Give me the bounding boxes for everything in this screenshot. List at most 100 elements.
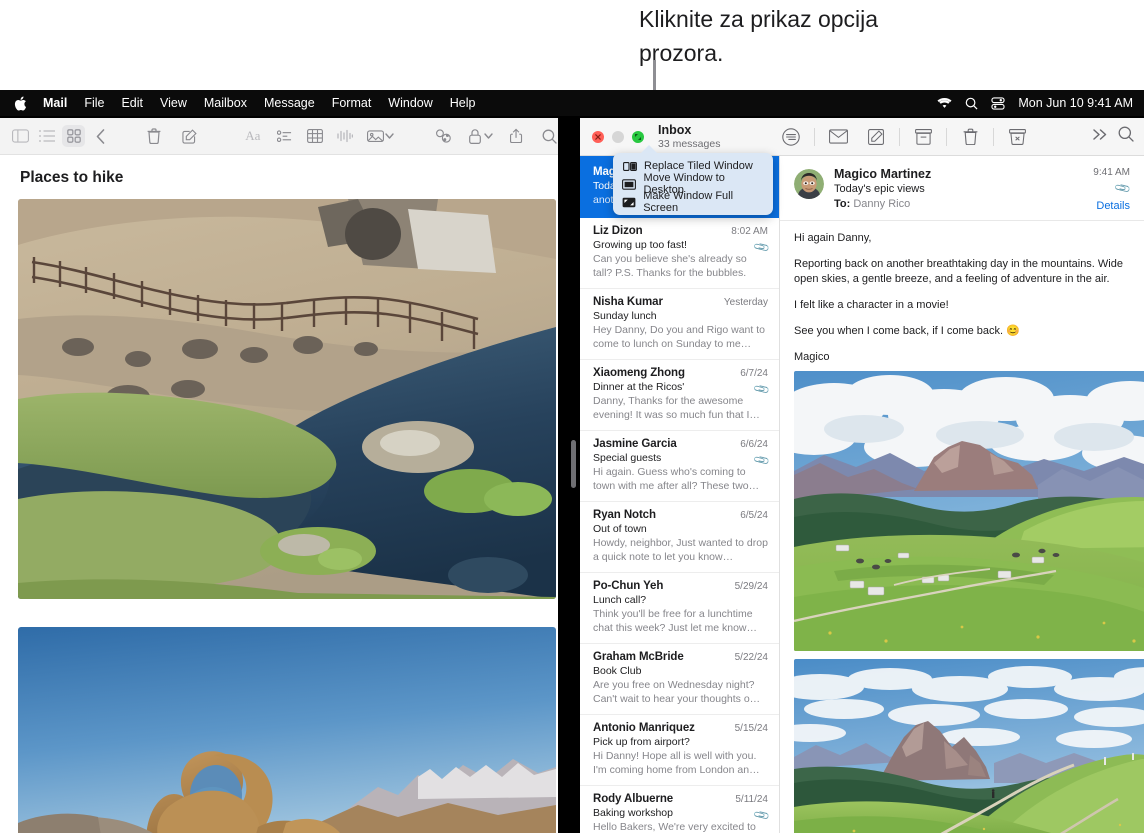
mark-unread-icon[interactable]	[819, 125, 857, 149]
popover-item-make-window-full-screen[interactable]: Make Window Full Screen	[613, 190, 773, 214]
compose-note-icon[interactable]	[181, 126, 198, 146]
message-date: 6/6/24	[740, 439, 768, 450]
message-sender: Rody Albuerne	[593, 793, 674, 805]
menu-bar-clock[interactable]: Mon Jun 10 9:41 AM	[1018, 96, 1133, 110]
message-snippet: Hey Danny, Do you and Rigo want to come …	[593, 324, 765, 350]
message-list-item[interactable]: Graham McBride 5/22/24 Book Club Are you…	[580, 644, 779, 715]
attachment-icon: 📎	[753, 239, 772, 257]
mail-window: Inbox 33 messages Today's another Liz Di…	[580, 118, 1144, 833]
maximize-button[interactable]	[632, 130, 644, 143]
lock-icon[interactable]	[467, 126, 484, 146]
message-date: 5/29/24	[734, 581, 768, 592]
message-list-item[interactable]: Xiaomeng Zhong 6/7/24 Dinner at the Rico…	[580, 360, 779, 431]
menu-item-mailbox[interactable]: Mailbox	[204, 96, 247, 110]
filter-icon[interactable]	[772, 125, 810, 149]
popover-item-label: Make Window Full Screen	[643, 190, 734, 214]
body-paragraph: Reporting back on another breathtaking d…	[794, 258, 1123, 285]
media-icon[interactable]	[367, 126, 385, 146]
message-sender: Jasmine Garcia	[593, 438, 677, 450]
note-title: Places to hike	[20, 169, 124, 186]
message-snippet: Danny, Thanks for the awesome evening! I…	[593, 395, 760, 421]
more-icon[interactable]	[1092, 128, 1108, 146]
menu-item-mail[interactable]: Mail	[43, 96, 67, 110]
gallery-view-icon[interactable]	[62, 125, 86, 147]
menu-item-message[interactable]: Message	[264, 96, 315, 110]
message-recipient: To: Danny Rico	[834, 198, 1085, 210]
message-sender: Ryan Notch	[593, 509, 656, 521]
search-icon[interactable]	[1118, 126, 1134, 147]
lock-chevron-down-icon[interactable]	[484, 126, 494, 146]
message-snippet: Think you'll be free for a lunchtime cha…	[593, 608, 757, 634]
mail-toolbar: Inbox 33 messages	[580, 118, 1144, 156]
minimize-button[interactable]	[612, 130, 624, 143]
message-subject: Special guests	[593, 452, 662, 464]
trash-icon[interactable]	[146, 126, 163, 146]
compose-icon[interactable]	[857, 125, 895, 149]
menu-item-format[interactable]: Format	[332, 96, 372, 110]
checklist-icon[interactable]	[276, 126, 293, 146]
sidebar-toggle-icon[interactable]	[11, 126, 29, 146]
message-list-item[interactable]: Antonio Manriquez 5/15/24 Pick up from a…	[580, 715, 779, 786]
toolbar-divider	[814, 127, 815, 146]
junk-icon[interactable]	[998, 125, 1036, 149]
menu-item-file[interactable]: File	[84, 96, 104, 110]
reading-pane: Magico Martinez Today's epic views To: D…	[780, 156, 1144, 833]
message-subject: Sunday lunch	[593, 310, 657, 322]
close-button[interactable]	[592, 130, 604, 143]
screenshot-root: Kliknite za prikaz opcija prozora. Mail …	[0, 0, 1144, 833]
dolomites-valley-photo	[794, 371, 1144, 651]
message-snippet: Hello Bakers, We're very excited to have…	[593, 821, 756, 833]
message-list-item[interactable]: Jasmine Garcia 6/6/24 Special guests 📎 H…	[580, 431, 779, 502]
menu-item-view[interactable]: View	[160, 96, 187, 110]
menu-item-window[interactable]: Window	[388, 96, 432, 110]
menu-item-edit[interactable]: Edit	[121, 96, 143, 110]
list-view-icon[interactable]	[39, 126, 56, 146]
search-icon[interactable]	[541, 126, 558, 146]
share-icon[interactable]	[508, 126, 525, 146]
menu-item-help[interactable]: Help	[450, 96, 476, 110]
delete-icon[interactable]	[951, 125, 989, 149]
hot-creek-river-photo	[18, 199, 556, 599]
popover-item-label: Replace Tiled Window	[644, 160, 753, 172]
notes-toolbar: Aa	[0, 118, 558, 155]
media-chevron-down-icon[interactable]	[384, 126, 394, 146]
message-date: 6/7/24	[740, 368, 768, 379]
apple-logo-icon[interactable]	[14, 96, 27, 111]
message-date: Yesterday	[723, 297, 768, 308]
details-link[interactable]: Details	[1093, 200, 1130, 212]
mail-body: Magico Martinez 9:41 AM Today's epic vie…	[580, 156, 1144, 833]
to-label: To:	[834, 198, 851, 210]
collaborate-icon[interactable]	[435, 126, 452, 146]
message-list-item[interactable]: Po-Chun Yeh 5/29/24 Lunch call? Think yo…	[580, 573, 779, 644]
message-list-item[interactable]: Liz Dizon 8:02 AM Growing up too fast! 📎…	[580, 218, 779, 289]
audio-icon[interactable]	[337, 126, 354, 146]
popover-arrow	[640, 145, 658, 154]
body-paragraph: I felt like a character in a movie!	[794, 299, 949, 311]
message-list[interactable]: Magico Martinez 9:41 AM Today's epic vie…	[580, 156, 780, 833]
message-subject-line: Today's epic views	[834, 183, 925, 195]
tiled-window-icon	[621, 161, 638, 172]
spotlight-search-icon[interactable]	[965, 97, 978, 110]
toolbar-divider-2	[899, 127, 900, 146]
control-center-icon[interactable]	[991, 96, 1005, 110]
wifi-icon[interactable]	[937, 97, 952, 109]
message-list-item[interactable]: Nisha Kumar Yesterday Sunday lunch Hey D…	[580, 289, 779, 360]
notes-window: Aa Places to hike	[0, 118, 558, 833]
format-text-icon[interactable]: Aa	[244, 126, 261, 146]
message-subject: Out of town	[593, 523, 647, 535]
message-sender: Antonio Manriquez	[593, 722, 695, 734]
message-subject: Baking workshop	[593, 807, 673, 819]
archive-icon[interactable]	[904, 125, 942, 149]
menu-bar: Mail File Edit View Mailbox Message Form…	[0, 90, 1144, 116]
message-snippet: Hi Danny! Hope all is well with you. I'm…	[593, 750, 760, 776]
message-sender: Po-Chun Yeh	[593, 580, 664, 592]
attachment-icon: 📎	[753, 381, 772, 399]
callout-text: Kliknite za prikaz opcija prozora.	[639, 6, 879, 66]
back-icon[interactable]	[92, 126, 109, 146]
message-list-item[interactable]: Rody Albuerne 5/11/24 Baking workshop 📎 …	[580, 786, 779, 833]
window-tile-drag-handle[interactable]	[571, 440, 576, 488]
toolbar-divider-3	[946, 127, 947, 146]
message-sender: Graham McBride	[593, 651, 684, 663]
message-list-item[interactable]: Ryan Notch 6/5/24 Out of town Howdy, nei…	[580, 502, 779, 573]
table-icon[interactable]	[307, 126, 324, 146]
